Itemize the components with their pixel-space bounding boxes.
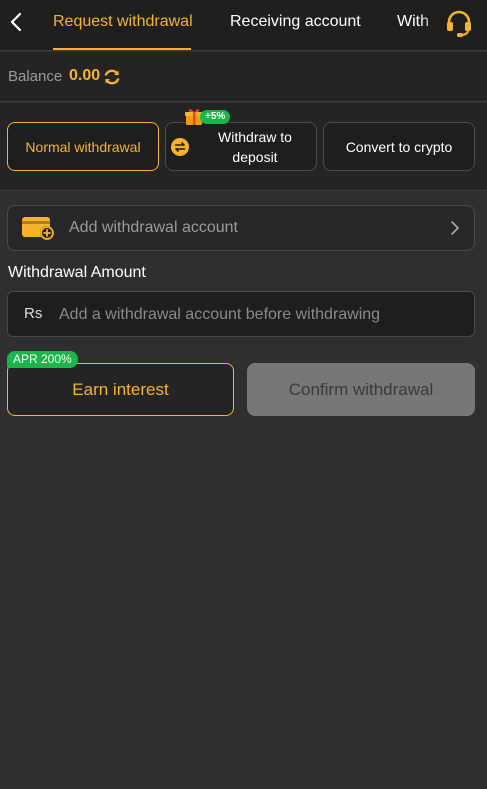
- confirm-withdrawal-label: Confirm withdrawal: [288, 379, 434, 399]
- currency-symbol: Rs: [24, 305, 43, 322]
- active-tab-indicator: [53, 48, 191, 50]
- earn-interest-label: Earn interest: [72, 379, 169, 399]
- method-label: Normal withdrawal: [25, 138, 141, 155]
- withdrawal-methods: Normal withdrawal Withdraw to deposit Co…: [0, 103, 487, 191]
- apr-badge: APR 200%: [7, 351, 78, 368]
- amount-field: Rs: [7, 291, 475, 337]
- headset-icon[interactable]: [444, 8, 474, 38]
- add-account-label: Add withdrawal account: [69, 219, 238, 236]
- bonus-badge: +5%: [200, 110, 231, 124]
- tab-request-withdrawal[interactable]: Request withdrawal: [53, 13, 193, 31]
- method-label: Convert to crypto: [345, 138, 453, 155]
- method-label: Withdraw to deposit: [218, 128, 292, 165]
- refresh-icon[interactable]: [103, 68, 121, 86]
- balance-row: Balance 0.00: [0, 52, 487, 102]
- back-arrow-icon[interactable]: [6, 10, 26, 34]
- add-withdrawal-account[interactable]: Add withdrawal account: [7, 205, 475, 251]
- swap-icon: [171, 138, 189, 156]
- confirm-withdrawal-button[interactable]: Confirm withdrawal: [247, 363, 475, 416]
- method-normal-withdrawal[interactable]: Normal withdrawal: [7, 122, 159, 171]
- top-nav: Request withdrawal Receiving account Wit…: [0, 0, 487, 51]
- tab-receiving-account[interactable]: Receiving account: [230, 13, 361, 31]
- earn-interest-button[interactable]: Earn interest: [7, 363, 234, 416]
- chevron-right-icon: [451, 221, 459, 235]
- balance-value: 0.00: [69, 67, 101, 84]
- balance-label: Balance: [8, 68, 63, 85]
- withdrawal-amount-label: Withdrawal Amount: [8, 264, 146, 281]
- method-convert-to-crypto[interactable]: Convert to crypto: [323, 122, 475, 171]
- wallet-add-icon: [22, 217, 54, 240]
- amount-input[interactable]: [56, 300, 466, 330]
